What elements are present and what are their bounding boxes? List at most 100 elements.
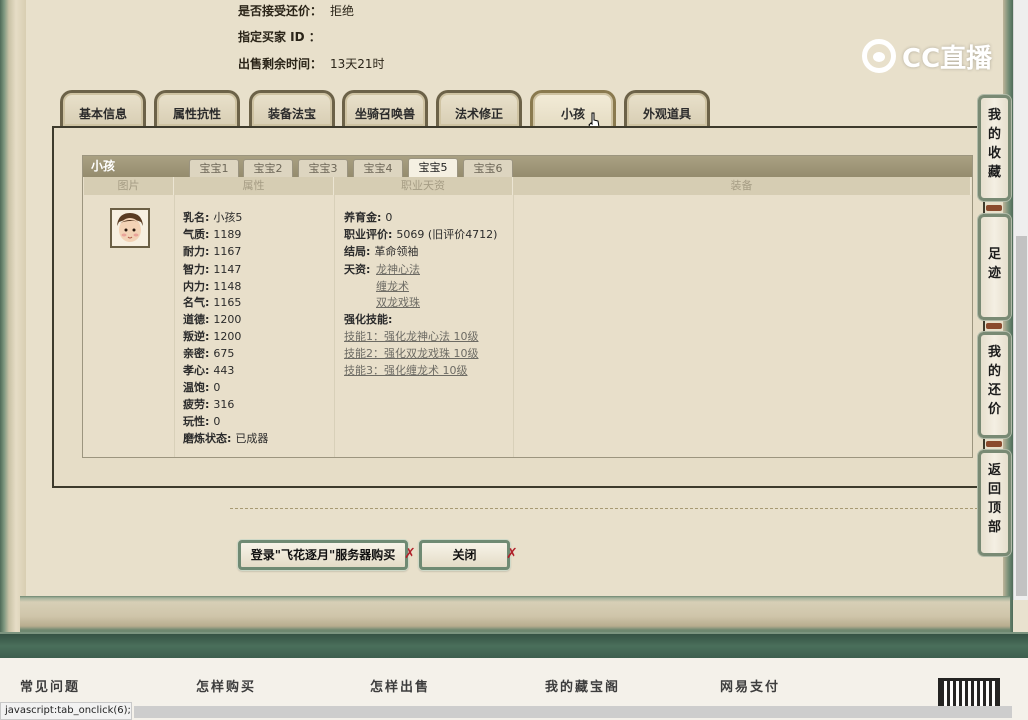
raise-money-value: 0 (385, 211, 393, 224)
side-label: 我的收藏 (987, 108, 1001, 180)
talent-link[interactable]: 双龙戏珠 (376, 294, 420, 310)
attr-value: 1165 (213, 296, 242, 309)
rod-ornament (986, 323, 1002, 329)
attr-key: 疲劳: (183, 398, 210, 411)
info-label: 是否接受还价： (238, 4, 323, 18)
attr-key: 道德: (183, 313, 210, 326)
career-rating-row: 职业评价: 5069 (旧评价4712) (344, 226, 497, 242)
cc-logo-icon (862, 39, 896, 73)
subtab-baby-6[interactable]: 宝宝6 (463, 159, 513, 177)
footprints-button[interactable]: 足迹 (978, 214, 1011, 320)
skills-label: 强化技能: (344, 313, 393, 326)
attr-row: 叛逆: 1200 (183, 328, 241, 344)
info-value: 拒绝 (330, 4, 355, 18)
footer-link-how-to-buy[interactable]: 怎样购买 (196, 676, 256, 695)
column-divider (513, 195, 514, 457)
close-button[interactable]: 关闭 (419, 540, 510, 570)
attr-value: 小孩5 (213, 211, 243, 224)
button-x-icon: ✗ (506, 546, 518, 562)
login-server-buy-button[interactable]: 登录"飞花逐月"服务器购买 (238, 540, 408, 570)
attr-row: 疲劳: 316 (183, 396, 234, 412)
talent-label-row: 天资: (344, 261, 370, 277)
tab-spell-correction[interactable]: 法术修正 (436, 90, 522, 126)
attr-key: 耐力: (183, 245, 210, 258)
attr-value: 1148 (213, 280, 242, 293)
side-label: 足迹 (987, 247, 1001, 281)
designated-buyer-row: 指定买家 ID ： (238, 28, 329, 45)
rod-ornament (986, 205, 1002, 211)
talent-label: 天资: (344, 263, 371, 276)
subtab-baby-5[interactable]: 宝宝5 (408, 158, 458, 178)
attr-row: 气质: 1189 (183, 226, 241, 242)
tab-mounts-summons[interactable]: 坐骑召唤兽 (342, 90, 428, 126)
subtab-baby-4[interactable]: 宝宝4 (353, 159, 403, 177)
button-x-icon: ✗ (404, 546, 416, 562)
attr-row: 智力: 1147 (183, 261, 241, 277)
tab-child[interactable]: 小孩 (530, 90, 616, 128)
attr-value: 675 (213, 347, 235, 360)
attr-value: 1167 (213, 245, 242, 258)
accept-counteroffer-row: 是否接受还价： 拒绝 (238, 2, 354, 19)
attr-row: 亲密: 675 (183, 345, 234, 361)
column-attributes: 属性 (174, 177, 334, 195)
footer-link-how-to-sell[interactable]: 怎样出售 (370, 676, 430, 695)
attr-row: 道德: 1200 (183, 311, 241, 327)
my-counteroffer-button[interactable]: 我的还价 (978, 332, 1011, 438)
remaining-time-row: 出售剩余时间： 13天21时 (238, 55, 385, 72)
attr-value: 1200 (213, 313, 242, 326)
skill-link[interactable]: 技能2：强化双龙戏珠 10级 (344, 345, 479, 361)
attr-value: 0 (213, 415, 221, 428)
column-equipment: 装备 (513, 177, 971, 195)
info-value: 13天21时 (330, 57, 385, 71)
subtab-baby-3[interactable]: 宝宝3 (298, 159, 348, 177)
ending-row: 结局: 革命领袖 (344, 243, 418, 259)
skill-link[interactable]: 技能3：强化缠龙术 10级 (344, 362, 468, 378)
attr-key: 孝心: (183, 364, 210, 377)
column-career-talent: 职业天资 (334, 177, 513, 195)
skills-label-row: 强化技能: (344, 311, 392, 327)
horizontal-scrollbar[interactable] (134, 706, 1012, 718)
side-label: 我的还价 (987, 345, 1001, 417)
back-to-top-button[interactable]: 返回顶部 (978, 450, 1011, 556)
ending-value: 革命领袖 (374, 245, 419, 258)
attr-key: 叛逆: (183, 330, 210, 343)
raise-money-label: 养育金: (344, 211, 382, 224)
career-rating-value: 5069 (旧评价4712) (396, 228, 498, 241)
footer-link-my-treasure[interactable]: 我的藏宝阁 (545, 676, 620, 695)
attr-key: 智力: (183, 263, 210, 276)
attr-key: 乳名: (183, 211, 210, 224)
vertical-scrollbar[interactable] (1013, 0, 1028, 600)
bottom-scroll-ornament (20, 596, 1010, 632)
tab-attributes[interactable]: 属性抗性 (154, 90, 240, 126)
attr-key: 气质: (183, 228, 210, 241)
attr-value: 已成器 (235, 432, 269, 445)
attr-row: 耐力: 1167 (183, 243, 241, 259)
footer-link-netease-pay[interactable]: 网易支付 (720, 676, 780, 695)
info-label: 出售剩余时间： (238, 57, 323, 71)
scrollbar-thumb[interactable] (1016, 236, 1027, 596)
attr-row: 温饱: 0 (183, 379, 220, 395)
column-divider (334, 195, 335, 457)
cc-live-logo: CC直播 (862, 36, 998, 76)
tab-basic-info[interactable]: 基本信息 (60, 90, 146, 126)
column-divider (174, 195, 175, 457)
subtab-baby-1[interactable]: 宝宝1 (189, 159, 239, 177)
career-rating-label: 职业评价: (344, 228, 393, 241)
tab-appearance-items[interactable]: 外观道具 (624, 90, 710, 126)
attr-row: 孝心: 443 (183, 362, 234, 378)
attr-key: 名气: (183, 296, 210, 309)
subtab-baby-2[interactable]: 宝宝2 (243, 159, 293, 177)
attr-value: 443 (213, 364, 235, 377)
attr-row: 名气: 1165 (183, 294, 241, 310)
talent-link[interactable]: 缠龙术 (376, 278, 409, 294)
talent-link[interactable]: 龙神心法 (376, 261, 420, 277)
attr-key: 磨炼状态: (183, 432, 232, 445)
footer-link-faq[interactable]: 常见问题 (20, 676, 80, 695)
attr-value: 0 (213, 381, 221, 394)
attr-row: 内力: 1148 (183, 278, 241, 294)
attr-row: 磨炼状态: 已成器 (183, 430, 268, 446)
raise-money-row: 养育金: 0 (344, 209, 392, 225)
my-favorites-button[interactable]: 我的收藏 (978, 95, 1011, 201)
tab-equipment[interactable]: 装备法宝 (249, 90, 335, 126)
skill-link[interactable]: 技能1：强化龙神心法 10级 (344, 328, 479, 344)
